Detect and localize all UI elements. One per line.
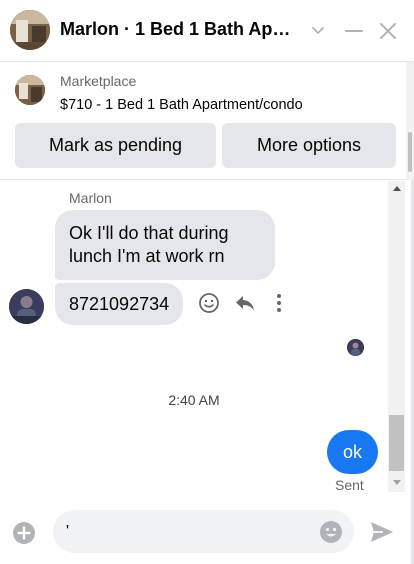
listing-thumbnail[interactable] [15, 75, 45, 105]
send-icon[interactable] [369, 519, 395, 545]
chat-title[interactable]: Marlon · 1 Bed 1 Bath Apartment/condo [60, 19, 300, 40]
emoji-icon[interactable] [319, 520, 343, 544]
chevron-down-icon[interactable] [305, 18, 331, 44]
outgoing-message[interactable]: ok [327, 430, 378, 474]
marketplace-card: Marketplace $710 - 1 Bed 1 Bath Apartmen… [0, 62, 414, 180]
scroll-down-arrow-icon[interactable] [393, 480, 401, 485]
message-input[interactable] [53, 510, 354, 553]
chat-header: Marlon · 1 Bed 1 Bath Apartment/condo [0, 0, 414, 62]
scroll-up-arrow-icon[interactable] [393, 186, 401, 191]
message-timestamp: 2:40 AM [168, 392, 220, 408]
incoming-message[interactable]: Ok I'll do that during lunch I'm at work… [55, 210, 275, 280]
more-vertical-icon[interactable] [267, 291, 291, 315]
message-list: Marlon Ok I'll do that during lunch I'm … [0, 181, 414, 497]
scroll-thumb[interactable] [389, 415, 404, 471]
sender-name: Marlon [69, 190, 112, 206]
incoming-message[interactable]: 8721092734 [55, 283, 184, 325]
seen-indicator-avatar [347, 339, 364, 356]
minimize-icon[interactable] [341, 18, 367, 44]
listing-avatar[interactable] [10, 10, 50, 50]
message-composer [0, 497, 414, 564]
card-scroll-thumb[interactable] [408, 132, 412, 172]
sender-avatar[interactable] [9, 289, 44, 324]
marketplace-label: Marketplace [60, 73, 137, 89]
plus-circle-icon[interactable] [12, 521, 36, 545]
listing-title[interactable]: $710 - 1 Bed 1 Bath Apartment/condo [60, 97, 303, 113]
reply-icon[interactable] [233, 291, 257, 315]
more-options-button[interactable]: More options [222, 123, 396, 168]
smile-icon[interactable] [197, 291, 221, 315]
close-icon[interactable] [375, 18, 401, 44]
mark-as-pending-button[interactable]: Mark as pending [15, 123, 216, 168]
sent-status: Sent [335, 477, 364, 493]
